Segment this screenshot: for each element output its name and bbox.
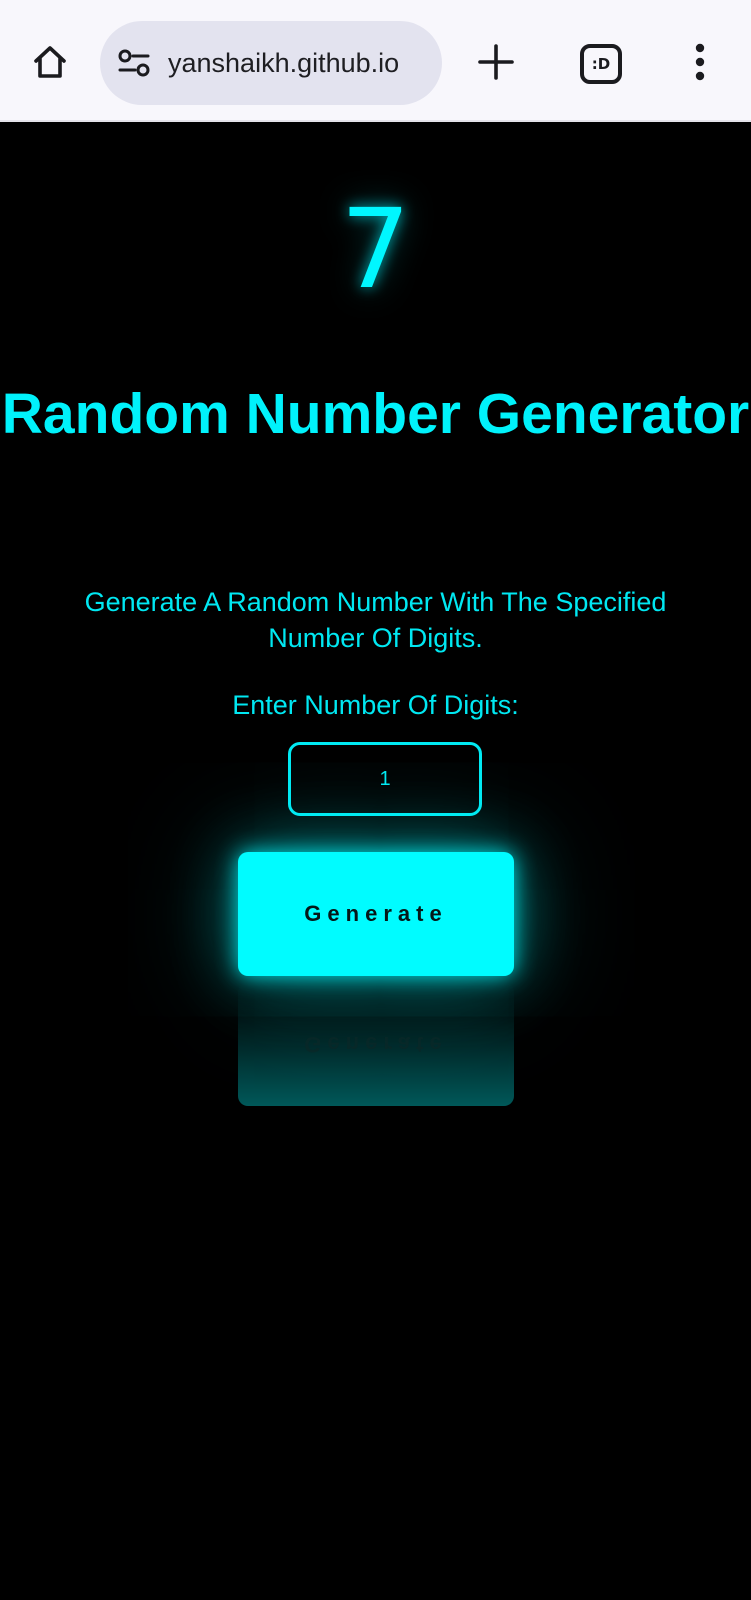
- tab-switcher-icon: :D: [591, 55, 611, 73]
- page-content: 7 Random Number Generator Generate A Ran…: [0, 124, 751, 1600]
- new-tab-button[interactable]: [474, 42, 518, 86]
- more-vert-icon: [693, 42, 707, 87]
- generate-button[interactable]: Generate: [238, 852, 514, 976]
- page-description: Generate A Random Number With The Specif…: [84, 587, 667, 653]
- tab-switcher-button[interactable]: :D: [580, 44, 622, 84]
- url-text[interactable]: yanshaikh.github.io: [168, 48, 438, 79]
- digits-label: Enter Number Of Digits:: [232, 690, 519, 720]
- site-settings-icon[interactable]: [116, 45, 152, 81]
- browser-menu-button[interactable]: [680, 40, 720, 88]
- address-bar[interactable]: yanshaikh.github.io: [100, 21, 442, 105]
- browser-toolbar: yanshaikh.github.io :D: [0, 0, 751, 122]
- page-title: Random Number Generator: [1, 382, 750, 446]
- reflection-label: Generate: [304, 1032, 448, 1057]
- home-icon: [30, 42, 70, 87]
- generate-button-reflection: Generate: [238, 982, 514, 1106]
- plus-icon: [477, 43, 515, 86]
- digits-input[interactable]: [288, 742, 482, 816]
- result-number: 7: [340, 185, 411, 313]
- home-button[interactable]: [26, 40, 74, 88]
